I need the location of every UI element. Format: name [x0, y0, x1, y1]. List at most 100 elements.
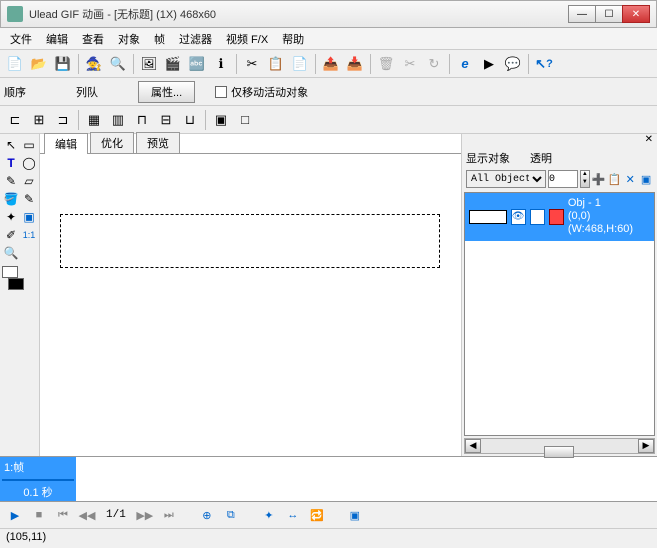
crop-tool[interactable]: ▣	[20, 208, 38, 226]
object-list[interactable]: 👁 Obj - 1 (0,0)(W:468,H:60)	[464, 192, 655, 436]
save-button[interactable]: 💾	[52, 53, 74, 75]
maximize-button[interactable]: ☐	[595, 5, 623, 23]
text-tool[interactable]: T	[2, 154, 20, 172]
minimize-button[interactable]: —	[568, 5, 596, 23]
wand-tool[interactable]: ✦	[2, 208, 20, 226]
color-swatch[interactable]	[2, 266, 38, 278]
object-row[interactable]: 👁 Obj - 1 (0,0)(W:468,H:60)	[465, 193, 654, 241]
tab-optimize[interactable]: 优化	[90, 132, 134, 153]
fg-color[interactable]	[2, 266, 18, 278]
brush-tool[interactable]: ✎	[2, 172, 20, 190]
merge-object-icon[interactable]: ▣	[639, 170, 653, 188]
fx-button[interactable]: ✦	[260, 506, 278, 524]
tab-edit[interactable]: 编辑	[44, 133, 88, 154]
loop-button[interactable]: 🔁	[308, 506, 326, 524]
menu-file[interactable]: 文件	[4, 29, 38, 49]
align-top-icon[interactable]: ⊓	[131, 109, 153, 131]
tween-button[interactable]: ↔	[284, 506, 302, 524]
statusbar: (105,11)	[0, 528, 657, 548]
next-frame-button[interactable]: ▶▶	[136, 506, 154, 524]
scroll-right-icon[interactable]: ▶	[638, 439, 654, 453]
eraser-tool[interactable]: ▱	[20, 172, 38, 190]
ungroup-icon[interactable]: □	[234, 109, 256, 131]
info-button[interactable]: ℹ	[210, 53, 232, 75]
show-objects-select[interactable]: All Object:	[466, 170, 546, 188]
bucket-tool[interactable]: 🪣	[2, 190, 20, 208]
menu-filter[interactable]: 过滤器	[173, 29, 218, 49]
align-mid-icon[interactable]: ⊟	[155, 109, 177, 131]
add-frame-button[interactable]: ⊕	[198, 506, 216, 524]
sequence-toolbar: 顺序 列队 属性... 仅移动活动对象	[0, 78, 657, 106]
dist-v-icon[interactable]: ▥	[107, 109, 129, 131]
chat-button[interactable]: 💬	[502, 53, 524, 75]
group-icon[interactable]: ▣	[210, 109, 232, 131]
search-button[interactable]: 🔍	[107, 53, 129, 75]
tab-preview[interactable]: 预览	[136, 132, 180, 153]
arrow-tool[interactable]: ↖	[2, 136, 20, 154]
align-center-icon[interactable]: ⊞	[28, 109, 50, 131]
object-text: Obj - 1 (0,0)(W:468,H:60)	[568, 197, 650, 237]
insert-image-button[interactable]: 🖼	[138, 53, 160, 75]
menu-videofx[interactable]: 视频 F/X	[220, 29, 274, 49]
copy-object-icon[interactable]: 📋	[608, 170, 622, 188]
redo-button[interactable]: ↻	[423, 53, 445, 75]
align-bot-icon[interactable]: ⊔	[179, 109, 201, 131]
frame-cell[interactable]: 1:帧 0.1 秒	[0, 457, 76, 501]
delete-frame-button[interactable]: ▣	[346, 506, 364, 524]
first-frame-button[interactable]: ⏮	[54, 506, 72, 524]
add-object-icon[interactable]: ➕	[592, 170, 606, 188]
play-button[interactable]: ▶	[6, 506, 24, 524]
shape-tool[interactable]: ◯	[20, 154, 38, 172]
dup-frame-button[interactable]: ⧉	[222, 506, 240, 524]
prev-frame-button[interactable]: ◀◀	[78, 506, 96, 524]
cut2-button[interactable]: ✂	[399, 53, 421, 75]
menu-view[interactable]: 查看	[76, 29, 110, 49]
main-area: ↖▭ T◯ ✎▱ 🪣✎ ✦▣ ✐1:1 🔍 编辑 优化 预览 ✕ 显示对象 透明…	[0, 134, 657, 456]
bg-color[interactable]	[8, 278, 24, 290]
open-button[interactable]: 📂	[28, 53, 50, 75]
menu-frame[interactable]: 帧	[148, 29, 171, 49]
scroll-thumb[interactable]	[544, 446, 574, 458]
preview-ie-button[interactable]: e	[454, 53, 476, 75]
new-button[interactable]: 📄	[4, 53, 26, 75]
picker-tool[interactable]: ✐	[2, 226, 20, 244]
zoom-tool[interactable]: 🔍	[2, 244, 20, 262]
cut-button[interactable]: ✂	[241, 53, 263, 75]
menu-help[interactable]: 帮助	[276, 29, 310, 49]
export1-button[interactable]: 📤	[320, 53, 342, 75]
visibility-icon[interactable]: 👁	[511, 209, 526, 225]
export2-button[interactable]: 📥	[344, 53, 366, 75]
paste-button[interactable]: 📄	[289, 53, 311, 75]
select-tool[interactable]: ▭	[20, 136, 38, 154]
move-active-checkbox[interactable]: 仅移动活动对象	[215, 84, 308, 100]
menu-object[interactable]: 对象	[112, 29, 146, 49]
copy-button[interactable]: 📋	[265, 53, 287, 75]
delete-object-icon[interactable]: ✕	[623, 170, 637, 188]
properties-button[interactable]: 属性...	[138, 81, 195, 103]
stop-button[interactable]: ■	[30, 506, 48, 524]
opacity-spinner[interactable]: ▲▼	[580, 170, 590, 188]
scroll-left-icon[interactable]: ◀	[465, 439, 481, 453]
insert-text-button[interactable]: 🔤	[186, 53, 208, 75]
panel-close-icon[interactable]: ✕	[645, 134, 653, 148]
delete-button[interactable]: 🗑	[375, 53, 397, 75]
help-button[interactable]: ↖?	[533, 53, 555, 75]
align-left-icon[interactable]: ⊏	[4, 109, 26, 131]
queue-label: 列队	[76, 84, 98, 100]
insert-video-button[interactable]: 🎬	[162, 53, 184, 75]
retouch-tool[interactable]: ✎	[20, 190, 38, 208]
align-right-icon[interactable]: ⊐	[52, 109, 74, 131]
panel-scrollbar[interactable]: ◀ ▶	[464, 438, 655, 454]
preview-button[interactable]: ▶	[478, 53, 500, 75]
zoom-actual-tool[interactable]: 1:1	[20, 226, 38, 244]
last-frame-button[interactable]: ⏭	[160, 506, 178, 524]
close-button[interactable]: ✕	[622, 5, 650, 23]
opacity-input[interactable]	[548, 170, 578, 188]
dist-h-icon[interactable]: ▦	[83, 109, 105, 131]
timeline: 1:帧 0.1 秒	[0, 456, 657, 502]
wizard-button[interactable]: 🧙	[83, 53, 105, 75]
lock-icon[interactable]	[530, 209, 545, 225]
menu-edit[interactable]: 编辑	[40, 29, 74, 49]
canvas[interactable]	[60, 214, 440, 268]
window-title: Ulead GIF 动画 - [无标题] (1X) 468x60	[29, 6, 569, 22]
